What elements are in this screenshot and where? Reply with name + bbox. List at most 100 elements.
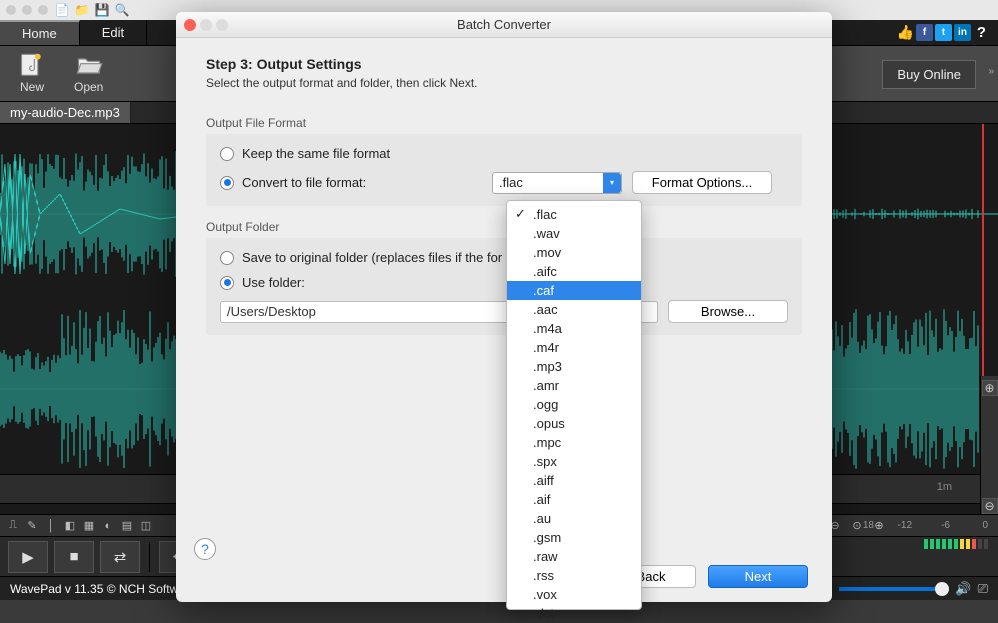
dropdown-option[interactable]: .aiff — [507, 471, 641, 490]
dropdown-option[interactable]: .gsm — [507, 528, 641, 547]
dropdown-option[interactable]: .flac — [507, 205, 641, 224]
file-tab[interactable]: my-audio-Dec.mp3 — [0, 102, 131, 123]
dialog-help-button[interactable]: ? — [194, 538, 216, 560]
mixer-icon[interactable]: ⎚ — [978, 581, 988, 597]
facebook-icon[interactable]: f — [916, 24, 933, 41]
zoom-fit-icon[interactable]: ⊙ — [848, 517, 866, 535]
radio-original-folder[interactable]: Save to original folder (replaces files … — [220, 250, 788, 265]
minimize-icon — [200, 19, 212, 31]
dropdown-option[interactable]: .m4a — [507, 319, 641, 338]
play-button[interactable]: ▶ — [8, 541, 48, 573]
db-label: -12 — [890, 520, 912, 531]
radio-icon[interactable] — [220, 276, 234, 290]
search-icon[interactable]: 🔍 — [114, 2, 130, 18]
timeline-marker: 1m — [937, 481, 952, 493]
radio-label: Save to original folder (replaces files … — [242, 250, 502, 265]
dropdown-option[interactable]: .m4r — [507, 338, 641, 357]
folder-icon[interactable]: 📁 — [74, 2, 90, 18]
dropdown-option[interactable]: .mov — [507, 243, 641, 262]
toolbar-overflow-icon[interactable]: » — [988, 66, 994, 77]
loop-button[interactable]: ⇄ — [100, 541, 140, 573]
tool-icon[interactable]: ◐ — [99, 517, 117, 535]
radio-convert-format[interactable]: Convert to file format: — [220, 175, 482, 190]
radio-label: Convert to file format: — [242, 175, 366, 190]
dropdown-option[interactable]: .au — [507, 509, 641, 528]
tool-icon[interactable]: ◧ — [61, 517, 79, 535]
marker-tool-icon[interactable]: │ — [42, 517, 60, 535]
dropdown-option[interactable]: .spx — [507, 452, 641, 471]
dropdown-option[interactable]: .mp3 — [507, 357, 641, 376]
dropdown-option[interactable]: .vox — [507, 585, 641, 604]
zoom-in-icon[interactable]: ⊕ — [870, 517, 888, 535]
dropdown-option[interactable]: .caf — [507, 281, 641, 300]
radio-keep-format[interactable]: Keep the same file format — [220, 146, 788, 161]
volume-slider[interactable]: 🔈 🔊 ⎚ — [817, 581, 988, 597]
zoom-in-vertical-icon[interactable]: ⊕ — [982, 380, 998, 396]
dropdown-option[interactable]: .aac — [507, 300, 641, 319]
db-label: 0 — [966, 520, 988, 531]
level-meter — [924, 538, 988, 550]
tab-edit[interactable]: Edit — [80, 20, 147, 45]
window-dot — [6, 5, 16, 15]
dropdown-option[interactable]: .raw — [507, 547, 641, 566]
social-bar: 👍 f t in ? — [897, 20, 998, 45]
volume-thumb[interactable] — [935, 582, 949, 596]
new-button[interactable]: New — [18, 54, 46, 94]
folder-open-icon — [75, 54, 103, 78]
help-icon[interactable]: ? — [973, 24, 990, 41]
folder-group-label: Output Folder — [206, 220, 802, 234]
like-icon[interactable]: 👍 — [897, 24, 914, 41]
format-dropdown-menu[interactable]: .flac.wav.mov.aifc.caf.aac.m4a.m4r.mp3.a… — [506, 200, 642, 610]
tool-icon[interactable]: ▦ — [80, 517, 98, 535]
dropdown-value: .flac — [499, 175, 523, 190]
batch-converter-dialog: Batch Converter Step 3: Output Settings … — [176, 12, 832, 602]
save-icon[interactable]: 💾 — [94, 2, 110, 18]
radio-label: Use folder: — [242, 275, 305, 290]
chevron-down-icon: ▾ — [603, 173, 621, 193]
dropdown-option[interactable]: .aifc — [507, 262, 641, 281]
radio-icon[interactable] — [220, 176, 234, 190]
radio-use-folder[interactable]: Use folder: — [220, 275, 788, 290]
linkedin-icon[interactable]: in — [954, 24, 971, 41]
step-heading: Step 3: Output Settings — [206, 56, 802, 72]
close-icon[interactable] — [184, 19, 196, 31]
browse-button[interactable]: Browse... — [668, 300, 788, 323]
format-dropdown[interactable]: .flac ▾ — [492, 172, 622, 194]
window-dot — [22, 5, 32, 15]
dropdown-option[interactable]: .wav — [507, 224, 641, 243]
zoom-out-vertical-icon[interactable]: ⊖ — [982, 498, 998, 514]
window-dot — [38, 5, 48, 15]
radio-label: Keep the same file format — [242, 146, 390, 161]
new-label: New — [20, 80, 44, 94]
doc-icon[interactable]: 📄 — [54, 2, 70, 18]
format-options-button[interactable]: Format Options... — [632, 171, 772, 194]
format-group: Keep the same file format Convert to fil… — [206, 134, 802, 206]
dropdown-option[interactable]: .mpc — [507, 433, 641, 452]
folder-group: Save to original folder (replaces files … — [206, 238, 802, 335]
twitter-icon[interactable]: t — [935, 24, 952, 41]
dialog-title: Batch Converter — [176, 17, 832, 32]
dropdown-option[interactable]: .ogg — [507, 395, 641, 414]
dropdown-option[interactable]: .dct — [507, 604, 641, 623]
dropdown-option[interactable]: .amr — [507, 376, 641, 395]
vertical-zoom-bar: ⊕ ⊖ — [980, 376, 998, 514]
tab-home[interactable]: Home — [0, 20, 80, 45]
radio-icon[interactable] — [220, 147, 234, 161]
tool-icon[interactable]: ▤ — [118, 517, 136, 535]
dialog-titlebar[interactable]: Batch Converter — [176, 12, 832, 38]
stop-button[interactable]: ■ — [54, 541, 94, 573]
radio-icon[interactable] — [220, 251, 234, 265]
dropdown-option[interactable]: .aif — [507, 490, 641, 509]
waveform-tool-icon[interactable]: ⎍ — [4, 517, 22, 535]
app-version: WavePad v 11.35 © NCH Software — [10, 582, 196, 596]
buy-online-button[interactable]: Buy Online — [882, 60, 976, 89]
open-button[interactable]: Open — [74, 54, 103, 94]
pencil-tool-icon[interactable]: ✎ — [23, 517, 41, 535]
tool-icon[interactable]: ◫ — [137, 517, 155, 535]
dropdown-option[interactable]: .opus — [507, 414, 641, 433]
volume-track[interactable] — [839, 587, 949, 591]
next-button[interactable]: Next — [708, 565, 808, 588]
dropdown-option[interactable]: .rss — [507, 566, 641, 585]
step-subtext: Select the output format and folder, the… — [206, 76, 802, 90]
format-group-label: Output File Format — [206, 116, 802, 130]
